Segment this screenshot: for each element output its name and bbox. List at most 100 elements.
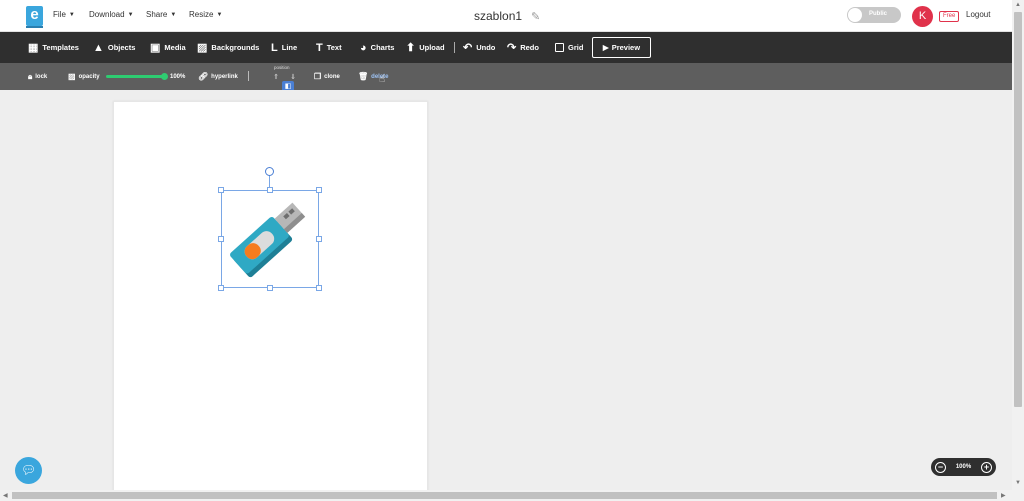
templates-icon: ▦ <box>28 42 39 54</box>
line-icon: L <box>271 41 278 54</box>
line-label: Line <box>281 43 298 52</box>
chevron-down-icon: ▼ <box>127 11 134 18</box>
menu-share[interactable]: Share ▼ <box>146 10 176 19</box>
public-toggle[interactable]: Public <box>847 7 901 23</box>
scroll-down-icon[interactable]: ▼ <box>1015 480 1021 486</box>
backgrounds-button[interactable]: ▨ Backgrounds <box>197 32 259 63</box>
zoom-in-icon[interactable]: + <box>980 461 992 473</box>
scroll-right-icon[interactable]: ▶ <box>1001 492 1006 499</box>
grid-toggle[interactable]: Grid <box>555 32 583 63</box>
redo-icon: ↷ <box>507 42 517 54</box>
chevron-down-icon: ▼ <box>68 11 75 18</box>
preview-label: Preview <box>611 43 641 52</box>
horizontal-scrollbar[interactable]: ◀ ▶ <box>0 490 1024 501</box>
menu-download-label: Download <box>89 10 125 19</box>
text-button[interactable]: T Text <box>316 32 342 63</box>
menu-share-label: Share <box>146 10 168 19</box>
menu-file[interactable]: File ▼ <box>53 10 75 19</box>
chat-bubble-icon[interactable]: 💬︎ <box>15 457 42 484</box>
opacity-slider[interactable] <box>106 73 168 80</box>
link-icon: 🔗︎ <box>198 72 209 81</box>
resize-handle-n[interactable] <box>267 187 273 193</box>
clone-label: clone <box>324 73 340 80</box>
opacity-label: opacity <box>78 73 100 80</box>
document-title[interactable]: szablon1 <box>474 9 522 23</box>
play-icon: ▶ <box>602 43 609 52</box>
resize-handle-se[interactable] <box>316 285 322 291</box>
media-button[interactable]: ▣ Media <box>150 32 186 63</box>
redo-button[interactable]: ↷ Redo <box>507 32 539 63</box>
opacity-slider-thumb[interactable] <box>161 73 168 80</box>
zoom-level: 100% <box>955 464 972 470</box>
logout-link[interactable]: Logout <box>966 10 990 19</box>
clone-icon: ❐ <box>314 72 322 81</box>
grid-checkbox[interactable] <box>555 43 564 52</box>
opacity-value-text: 100% <box>170 73 186 80</box>
charts-label: Charts <box>370 43 395 52</box>
undo-label: Undo <box>476 43 496 52</box>
horizontal-scroll-thumb[interactable] <box>12 492 997 499</box>
clone-button[interactable]: ❐ clone <box>314 63 340 90</box>
line-button[interactable]: L Line <box>271 32 297 63</box>
resize-handle-e[interactable] <box>316 236 322 242</box>
menu-download[interactable]: Download ▼ <box>89 10 134 19</box>
backgrounds-icon: ▨ <box>197 42 208 54</box>
resize-handle-s[interactable] <box>267 285 273 291</box>
toolbar-divider <box>454 42 455 53</box>
text-label: Text <box>326 43 342 52</box>
opacity-icon: ▨ <box>68 72 76 81</box>
design-page[interactable] <box>113 101 428 493</box>
lock-button[interactable]: 🔒︎ lock <box>28 63 47 90</box>
objects-button[interactable]: ▲ Objects <box>93 32 135 63</box>
trash-icon: 🗑︎ <box>358 72 369 81</box>
opacity-value: 100% <box>170 63 185 90</box>
resize-handle-sw[interactable] <box>218 285 224 291</box>
redo-label: Redo <box>520 43 539 52</box>
menu-resize-label: Resize <box>189 10 214 19</box>
rotate-handle[interactable] <box>265 167 274 176</box>
undo-button[interactable]: ↶ Undo <box>463 32 495 63</box>
resize-handle-w[interactable] <box>218 236 224 242</box>
selection-box <box>221 190 319 288</box>
objects-label: Objects <box>107 43 136 52</box>
grid-label: Grid <box>568 43 584 52</box>
pencil-icon[interactable]: ✎ <box>531 10 540 23</box>
avatar[interactable]: K <box>912 6 933 27</box>
bring-forward-icon[interactable]: ⇑ <box>272 74 280 82</box>
preview-button[interactable]: ▶ Preview <box>592 37 651 58</box>
toggle-knob <box>848 8 862 22</box>
mouse-cursor-icon: ☝︎ <box>379 74 386 85</box>
upload-icon: ⬆ <box>406 42 416 54</box>
upload-label: Upload <box>419 43 445 52</box>
backgrounds-label: Backgrounds <box>211 43 260 52</box>
vertical-scroll-thumb[interactable] <box>1014 12 1022 407</box>
charts-button[interactable]: ◕ Charts <box>360 32 394 63</box>
lock-icon: 🔒︎ <box>28 71 33 81</box>
plan-badge[interactable]: Free <box>939 11 960 22</box>
templates-button[interactable]: ▦ Templates <box>28 32 79 63</box>
menu-resize[interactable]: Resize ▼ <box>189 10 222 19</box>
objects-icon: ▲ <box>93 41 104 54</box>
resize-handle-ne[interactable] <box>316 187 322 193</box>
hyperlink-label: hyperlink <box>211 73 238 80</box>
chevron-down-icon: ▼ <box>170 11 177 18</box>
hyperlink-button[interactable]: 🔗︎ hyperlink <box>198 63 238 90</box>
opacity-control: ▨ opacity <box>68 63 100 90</box>
lock-label: lock <box>35 73 48 80</box>
toggle-label: Public <box>869 11 888 17</box>
layer-position-label: position <box>274 65 290 70</box>
resize-handle-nw[interactable] <box>218 187 224 193</box>
zoom-control: − 100% + <box>931 458 996 476</box>
chevron-down-icon: ▼ <box>216 11 223 18</box>
menu-file-label: File <box>53 10 66 19</box>
scroll-left-icon[interactable]: ◀ <box>3 492 8 499</box>
image-icon: ▣ <box>150 42 161 54</box>
zoom-out-icon[interactable]: − <box>935 461 946 473</box>
scroll-up-icon[interactable]: ▲ <box>1015 2 1021 8</box>
upload-button[interactable]: ⬆ Upload <box>406 32 445 63</box>
app-logo[interactable]: e <box>26 6 43 28</box>
text-icon: T <box>316 41 323 54</box>
templates-label: Templates <box>42 43 79 52</box>
media-label: Media <box>164 43 186 52</box>
vertical-scrollbar[interactable]: ▲ ▼ <box>1012 0 1024 490</box>
